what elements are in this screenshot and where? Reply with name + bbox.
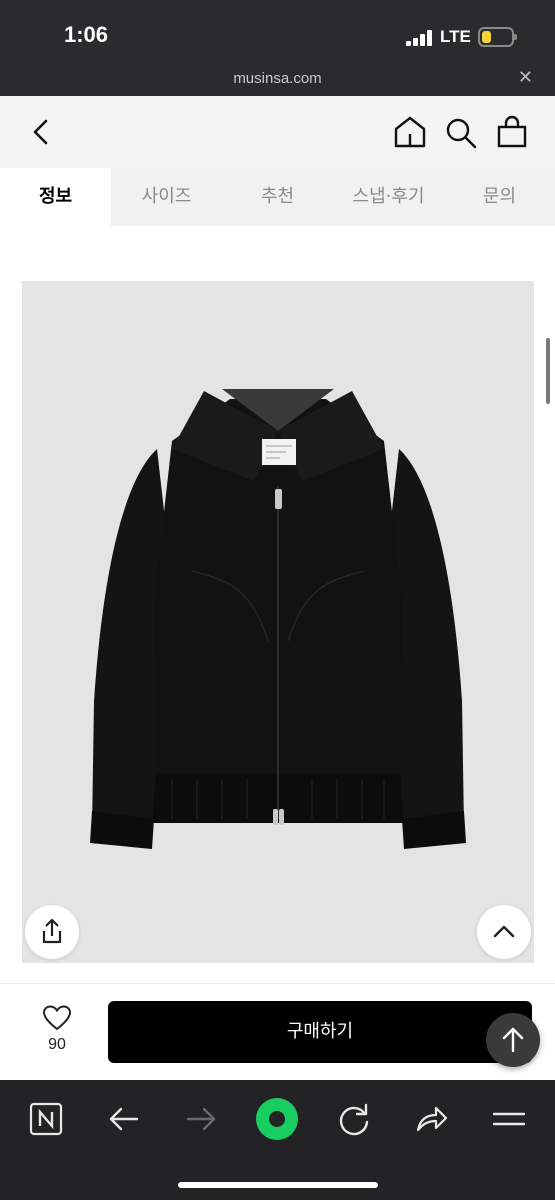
chevron-left-icon[interactable] <box>28 118 54 146</box>
url-domain[interactable]: musinsa.com <box>0 70 555 87</box>
back-arrow-icon[interactable] <box>99 1094 149 1144</box>
black-suede-jacket-image <box>90 389 466 849</box>
green-home-icon[interactable] <box>252 1090 302 1148</box>
share-arrow-icon[interactable] <box>406 1094 456 1144</box>
tab-inquiry[interactable]: 문의 <box>444 168 555 226</box>
like-count: 90 <box>48 1036 66 1053</box>
naver-icon[interactable] <box>21 1094 71 1144</box>
tab-size[interactable]: 사이즈 <box>111 168 222 226</box>
heart-icon <box>42 1005 72 1031</box>
signal-icon <box>406 30 432 46</box>
arrow-up-icon <box>502 1027 524 1053</box>
shopping-bag-icon[interactable] <box>496 115 528 149</box>
page-scrollbar[interactable] <box>546 338 550 404</box>
tab-info[interactable]: 정보 <box>0 168 111 226</box>
scroll-to-top-button[interactable] <box>486 1013 540 1067</box>
battery-icon <box>478 27 517 47</box>
product-image[interactable] <box>22 281 534 963</box>
chevron-up-icon <box>493 925 515 938</box>
buy-button[interactable]: 구매하기 <box>108 1001 532 1063</box>
share-icon <box>42 918 62 944</box>
image-collapse-button[interactable] <box>477 905 531 959</box>
home-indicator[interactable] <box>178 1182 378 1188</box>
network-type: LTE <box>440 27 471 46</box>
forward-arrow-icon[interactable] <box>176 1094 226 1144</box>
tab-snap-review[interactable]: 스냅·후기 <box>333 168 444 226</box>
browser-url-bar[interactable]: musinsa.com ✕ <box>0 62 555 96</box>
status-bar: 1:06 LTE <box>0 0 555 62</box>
battery-level <box>482 31 491 43</box>
like-button[interactable]: 90 <box>30 1004 84 1054</box>
share-button[interactable] <box>25 905 79 959</box>
search-icon[interactable] <box>444 116 478 150</box>
browser-nav-bar <box>0 1080 555 1200</box>
tab-recommend[interactable]: 추천 <box>222 168 333 226</box>
app-header <box>0 96 555 168</box>
product-tabs: 정보 사이즈 추천 스냅·후기 문의 <box>0 168 555 226</box>
status-time: 1:06 <box>64 22 109 47</box>
home-icon[interactable] <box>392 115 428 149</box>
menu-icon[interactable] <box>484 1094 534 1144</box>
purchase-bar: 90 구매하기 <box>0 983 555 1080</box>
reload-icon[interactable] <box>329 1094 379 1144</box>
close-icon[interactable]: ✕ <box>518 67 533 88</box>
